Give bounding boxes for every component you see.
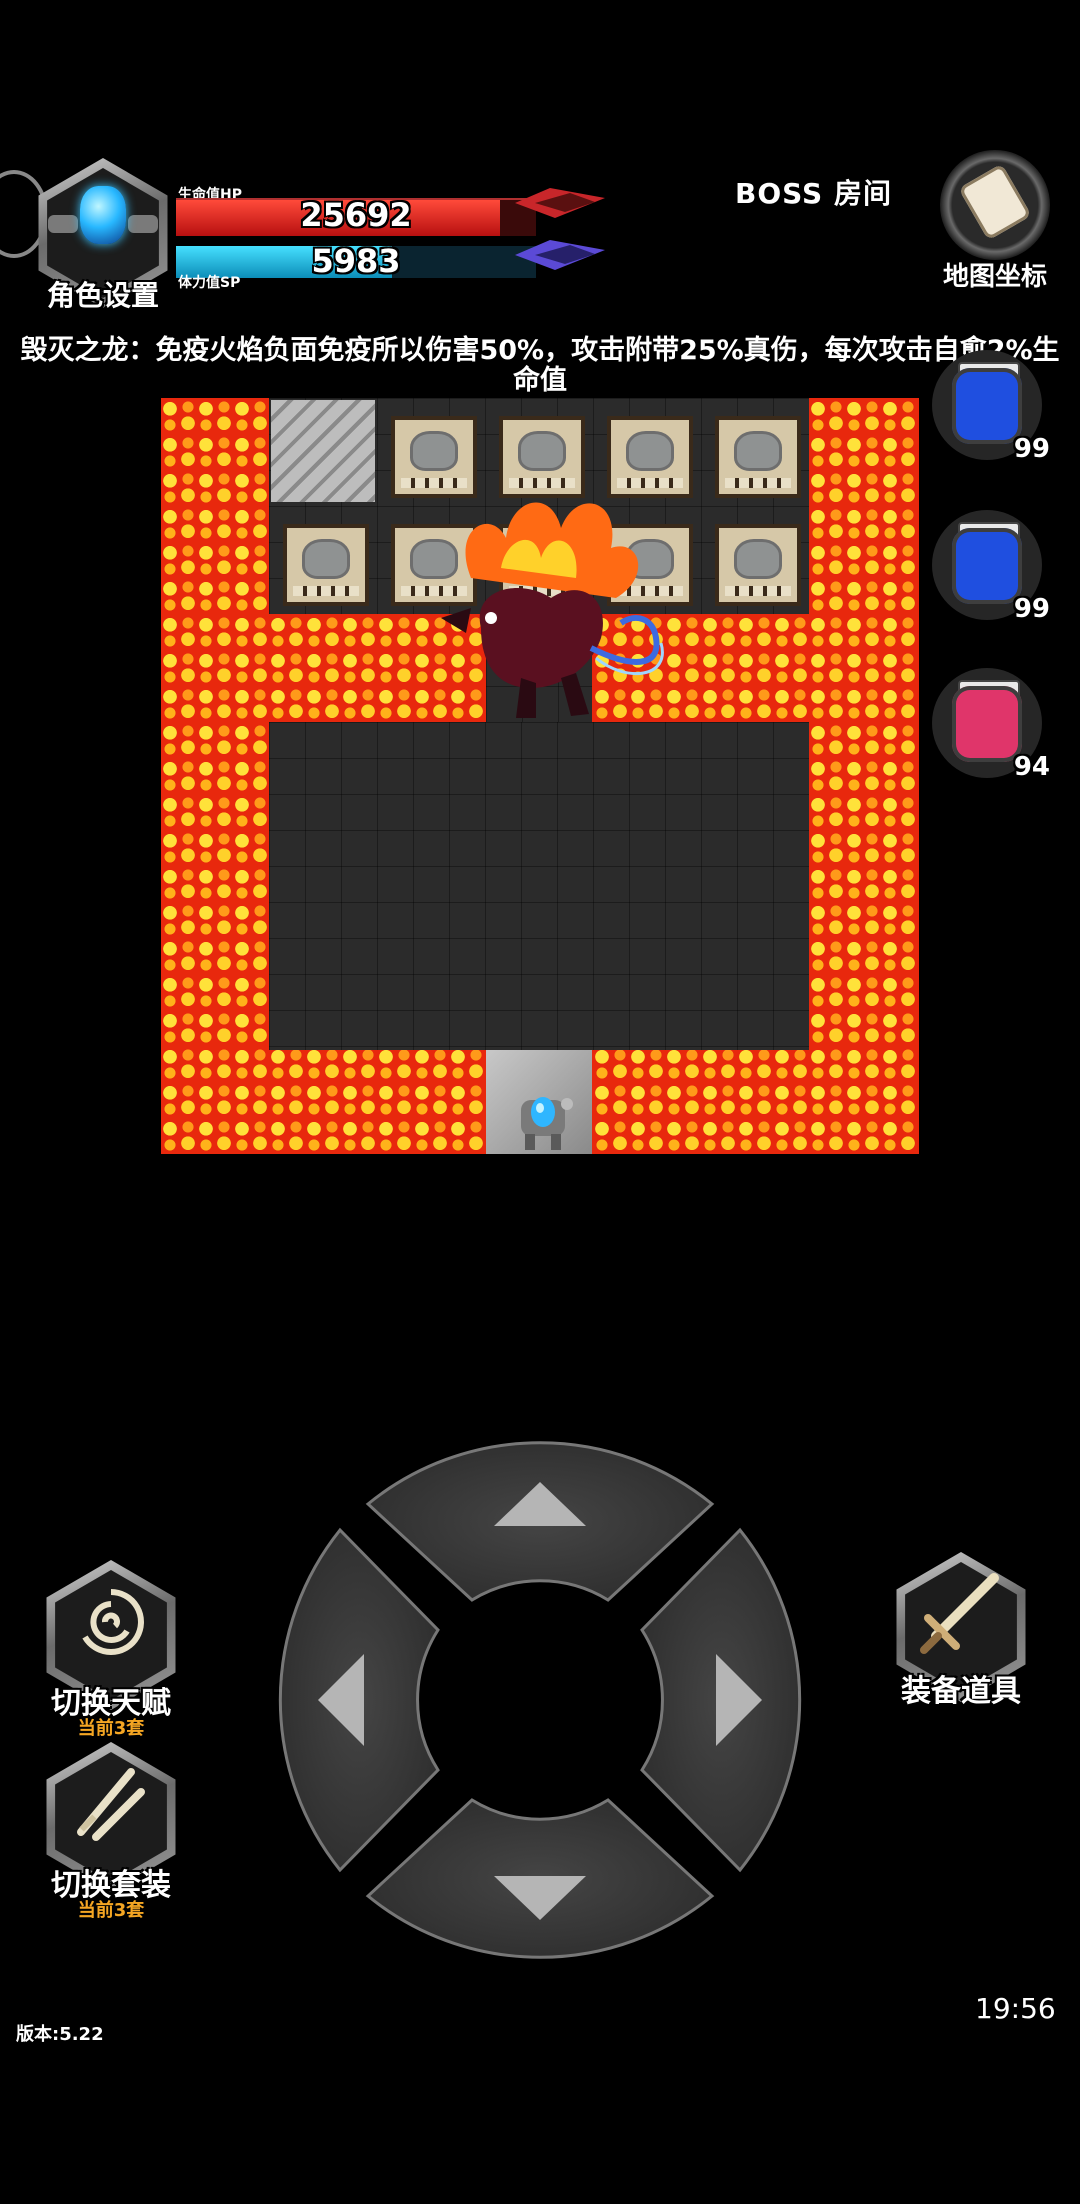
sword-icon	[920, 1573, 999, 1654]
map-coordinates-label: 地图坐标	[942, 262, 1047, 292]
boss-description: 毁灭之龙：免疫火焰负面免疫所以伤害50%，攻击附带25%真伤，每次攻击自愈2%生…	[20, 335, 1060, 396]
crossed-swords-icon	[77, 1768, 145, 1841]
sp-label: 体力值SP	[178, 275, 241, 291]
map-coordinates-button[interactable]: 地图坐标	[940, 150, 1050, 292]
potion-slot-2[interactable]: 99	[932, 510, 1050, 624]
version-text: 版本:5.22	[16, 2024, 104, 2045]
dpad-center	[430, 1590, 650, 1810]
hp-value: 25692	[300, 196, 412, 234]
stairs[interactable]	[271, 400, 375, 502]
dpad	[268, 1424, 812, 1976]
switch-outfit-button[interactable]: 切换套装 当前3套	[36, 1742, 186, 1921]
switch-talent-sub: 当前3套	[77, 1718, 145, 1739]
equipment-items-button[interactable]: 装备道具	[886, 1552, 1036, 1709]
boss-dragon-sprite[interactable]	[411, 468, 681, 768]
swirl-icon	[82, 1589, 144, 1655]
character-settings-label: 角色设置	[46, 279, 159, 312]
equipment-items-label: 装备道具	[901, 1674, 1021, 1709]
caged-monster	[715, 416, 801, 498]
hp-bar: 25692	[176, 196, 536, 236]
blue-potion-icon	[952, 528, 1022, 604]
room-label: BOSS 房间	[735, 177, 892, 210]
hp-wing-icon	[515, 188, 605, 218]
caged-monster	[283, 524, 369, 606]
arena-floor	[269, 722, 809, 1050]
caged-monster	[715, 524, 801, 606]
potion-slot-3[interactable]: 94	[932, 668, 1050, 782]
switch-talent-button[interactable]: 切换天赋 当前3套	[36, 1560, 186, 1739]
armor-gem-icon	[80, 186, 126, 244]
blue-potion-icon	[952, 368, 1022, 444]
potion-count: 99	[1013, 434, 1050, 464]
potion-slot-1[interactable]: 99	[932, 350, 1050, 464]
player-character-sprite[interactable]	[513, 1082, 573, 1152]
game-map	[161, 398, 919, 1154]
dpad-graphic	[278, 1441, 802, 1959]
potion-count: 94	[1013, 752, 1050, 782]
clock-text: 19:56	[975, 1992, 1056, 2025]
potion-count: 99	[1013, 594, 1050, 624]
switch-outfit-sub: 当前3套	[77, 1900, 145, 1921]
sp-wing-icon	[515, 240, 605, 270]
red-potion-icon	[952, 686, 1022, 762]
character-settings-button[interactable]: 角色设置	[28, 158, 178, 312]
